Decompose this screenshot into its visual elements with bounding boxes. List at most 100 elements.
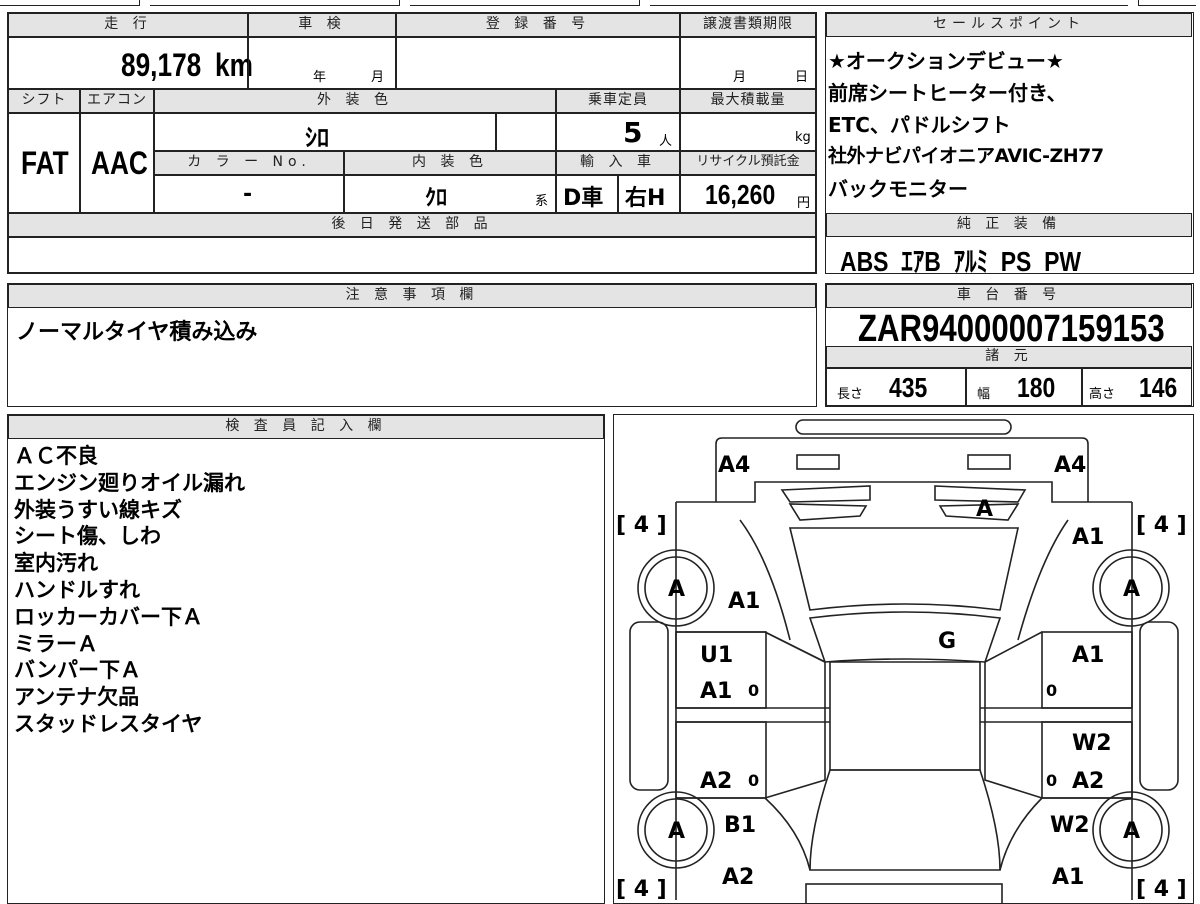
inspector-line: エンジン廻りオイル漏れ xyxy=(14,470,245,495)
steering-value: 右H xyxy=(625,186,666,211)
sales-point-line: バックモニター xyxy=(828,177,968,201)
width-label: 幅 xyxy=(977,387,991,402)
height-label: 高さ xyxy=(1089,387,1116,402)
inspector-line: ロッカーカバー下Ａ xyxy=(14,604,203,629)
mark-door-fl2: A1 xyxy=(700,679,732,704)
import-header: 輸 入 車 xyxy=(556,151,680,175)
sales-point-line: ★オークションデビュー★ xyxy=(828,49,1064,73)
mark-front-right: A4 xyxy=(1054,453,1086,478)
import-value: D車 xyxy=(563,186,604,211)
later-parts-header: 後 日 発 送 部 品 xyxy=(8,213,816,237)
ac-header: エアコン xyxy=(80,89,154,113)
tread-fr: [ 4 ] xyxy=(1136,513,1187,538)
mark-rear-right: A1 xyxy=(1052,865,1084,890)
mark-door-fl: U1 xyxy=(700,643,733,668)
interior-color-header: 内 装 色 xyxy=(344,151,556,175)
max-load-header: 最大積載量 xyxy=(680,89,816,113)
capacity-value: 5 xyxy=(623,116,643,149)
mark-tire-rr: A xyxy=(1123,819,1140,844)
mark-door-fr: A1 xyxy=(1072,643,1104,668)
ac-cell: AAC xyxy=(80,113,154,213)
max-load-cell: kg xyxy=(680,113,816,151)
notes-value: ノーマルタイヤ積み込み xyxy=(16,320,258,345)
exterior-color-header: 外 装 色 xyxy=(154,89,556,113)
mileage-cell: 89,178 km xyxy=(8,37,253,89)
transfer-month-unit: 月 xyxy=(733,70,747,85)
chassis-number: ZAR94000007159153 xyxy=(858,308,1165,350)
exterior-color-value: ｼﾛ xyxy=(305,124,329,152)
registration-cell xyxy=(396,37,680,89)
inspector-line: ハンドルすれ xyxy=(14,577,140,602)
mark-front-left: A4 xyxy=(718,453,750,478)
shift-value: FAT xyxy=(21,145,69,181)
interior-color-cell: ｸﾛ 系 xyxy=(344,175,556,213)
width-value: 180 xyxy=(1017,372,1056,403)
inspector-line: スタッドレスタイヤ xyxy=(14,711,203,736)
exterior-color-extra xyxy=(496,113,556,151)
equipment-value: ABS ｴｱB ｱﾙﾐ PS PW xyxy=(840,246,1082,277)
recycle-header: リサイクル預託金 xyxy=(680,151,816,175)
inspector-line: 室内汚れ xyxy=(14,551,98,576)
capacity-cell: 5 人 xyxy=(556,113,680,151)
mark-tire-fr: A xyxy=(1123,577,1140,602)
inspection-header: 車 検 xyxy=(248,13,396,37)
ac-value: AAC xyxy=(91,145,148,181)
mileage-value: 89,178 xyxy=(121,47,202,83)
recycle-value: 16,260 xyxy=(705,179,776,210)
mark-hood: A xyxy=(976,497,993,522)
mark-zero: 0 xyxy=(748,681,759,700)
mark-rear-left: A2 xyxy=(722,865,754,890)
color-no-cell: - xyxy=(154,175,344,213)
width-cell: 幅 180 xyxy=(966,368,1082,406)
exterior-color-cell: ｼﾛ xyxy=(154,113,496,152)
mark-zero: 0 xyxy=(748,771,759,790)
sales-point-line: 前席シートヒーター付き、 xyxy=(828,81,1067,105)
inspector-lines: ＡＣ不良 エンジン廻りオイル漏れ 外装うすい線キズ シート傷、しわ 室内汚れ ハ… xyxy=(14,443,245,738)
vehicle-info-table: 走 行 車 検 登 録 番 号 譲渡書類期限 89,178 km 年 月 月 日… xyxy=(7,12,817,274)
inspector-line: ＡＣ不良 xyxy=(14,444,98,468)
transfer-deadline-cell: 月 日 xyxy=(680,37,816,89)
mark-door-rr: A2 xyxy=(1072,769,1104,794)
sales-point-line: ETC、パドルシフト xyxy=(828,113,1011,137)
inspector-line: アンテナ欠品 xyxy=(14,685,140,710)
inspection-month-unit: 月 xyxy=(371,70,385,85)
shift-header: シフト xyxy=(8,89,80,113)
steering-cell: 右H xyxy=(618,175,680,213)
capacity-unit: 人 xyxy=(659,134,673,149)
color-no-header: カ ラ ー No. xyxy=(154,151,344,175)
mark-quarter-left: B1 xyxy=(724,813,756,838)
mark-zero: 0 xyxy=(1046,681,1057,700)
height-cell: 高さ 146 xyxy=(1082,368,1192,406)
inspection-year-unit: 年 xyxy=(313,70,327,85)
later-parts-cell xyxy=(8,237,816,273)
height-value: 146 xyxy=(1139,372,1178,403)
mark-door-rr-upper: W2 xyxy=(1072,731,1112,756)
registration-header: 登 録 番 号 xyxy=(396,13,680,37)
recycle-cell: 16,260 円 xyxy=(680,175,816,213)
equipment-header: 純 正 装 備 xyxy=(826,213,1192,237)
mark-fender-right: A1 xyxy=(1072,525,1104,550)
inspection-cell: 年 月 xyxy=(248,37,396,89)
inspector-line: ミラーＡ xyxy=(14,631,98,656)
sales-points-box: セールスポイント ★オークションデビュー★ 前席シートヒーター付き、 ETC、パ… xyxy=(825,12,1194,277)
transfer-day-unit: 日 xyxy=(795,70,809,85)
recycle-unit: 円 xyxy=(797,196,811,211)
chassis-box: 車 台 番 号 ZAR94000007159153 諸 元 長さ 435 幅 1… xyxy=(825,283,1194,407)
sales-points-lines: ★オークションデビュー★ 前席シートヒーター付き、 ETC、パドルシフト 社外ナ… xyxy=(828,45,1190,205)
mark-quarter-right: W2 xyxy=(1050,813,1090,838)
mark-fender-left: A1 xyxy=(728,589,760,614)
sales-points-header: セールスポイント xyxy=(826,13,1192,37)
capacity-header: 乗車定員 xyxy=(556,89,680,113)
length-cell: 長さ 435 xyxy=(826,368,966,406)
notes-box: 注 意 事 項 欄 ノーマルタイヤ積み込み xyxy=(7,283,817,407)
mark-tire-fl: A xyxy=(668,577,685,602)
inspector-header: 検 査 員 記 入 欄 xyxy=(8,415,604,439)
mark-tire-rl: A xyxy=(668,819,685,844)
import-cell: D車 xyxy=(556,175,618,213)
mark-door-rl: A2 xyxy=(700,769,732,794)
inspector-line: 外装うすい線キズ xyxy=(14,497,182,522)
transfer-deadline-header: 譲渡書類期限 xyxy=(680,13,816,37)
car-diagram: A4 A4 A A1 A1 G U1 A1 A1 W2 A2 A2 B1 W2 … xyxy=(616,419,1187,903)
mark-zero: 0 xyxy=(1046,771,1057,790)
mark-roof: G xyxy=(938,629,956,654)
